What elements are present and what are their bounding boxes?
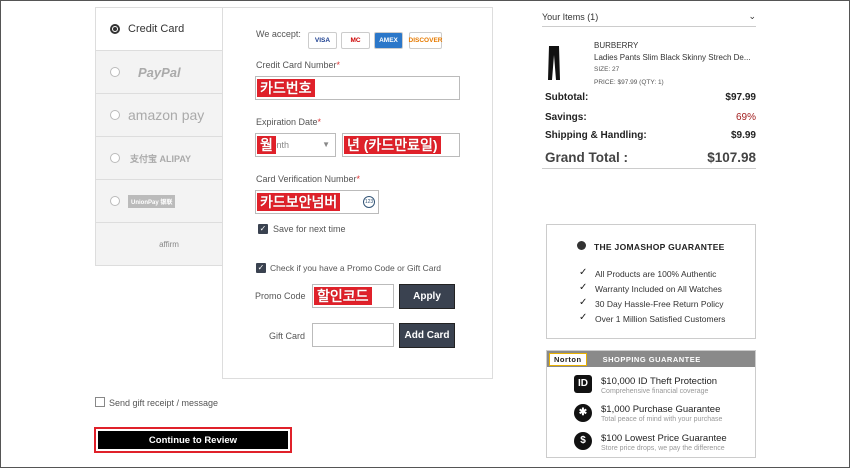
radio-alipay[interactable] [110,153,120,163]
grand-total-row: Grand Total : $107.98 [545,150,756,165]
item-size: SIZE: 27 [594,66,620,73]
cvv-annotation: 카드보안넘버 [257,193,341,211]
gift-receipt-checkbox[interactable] [95,397,105,407]
radio-paypal[interactable] [110,67,120,77]
card-number-label: Credit Card Number* [256,60,341,70]
apply-button[interactable]: Apply [399,284,455,309]
credit-card-form: We accept: VISA MC AMEX DISCOVER Credit … [222,7,493,379]
guarantee-item: Warranty Included on All Watches [595,284,722,294]
save-label: Save for next time [273,224,346,234]
check-icon: ✓ [579,267,588,278]
check-icon: ✓ [579,282,588,293]
savings-value: 69% [735,112,756,123]
we-accept-label: We accept: [256,29,301,39]
promo-checkbox[interactable]: ✓ [256,263,266,273]
norton-item-title: $100 Lowest Price Guarantee [601,433,727,444]
item-price: PRICE: $97.99 (QTY: 1) [594,79,664,86]
norton-item-sub: Store price drops, we pay the difference [601,445,725,452]
month-annotation: 월 [257,136,276,154]
chevron-down-icon: ▼ [322,140,330,149]
promo-code-label: Promo Code [255,291,306,301]
norton-item-title: $1,000 Purchase Guarantee [601,404,721,415]
promo-check-label: Check if you have a Promo Code or Gift C… [270,263,442,273]
payment-method-amazon-pay[interactable]: amazon pay [96,94,222,137]
seal-icon: ✱ [574,404,592,422]
item-name[interactable]: Ladies Pants Slim Black Skinny Strech De… [594,53,751,62]
subtotal-value: $97.99 [725,92,756,103]
gift-card-label: Gift Card [269,331,306,341]
check-icon: ✓ [579,297,588,308]
grand-total-label: Grand Total : [545,150,628,165]
cvv-label: Card Verification Number* [256,174,361,184]
norton-guarantee-box: Norton SHOPPING GUARANTEE ID $10,000 ID … [546,350,756,458]
radio-unionpay[interactable] [110,196,120,206]
chevron-down-icon[interactable]: ⌄ [748,11,756,22]
continue-highlight: Continue to Review [94,427,292,453]
mastercard-icon: MC [341,32,370,49]
amex-icon: AMEX [374,32,403,49]
promo-annotation: 할인코드 [314,287,372,305]
add-card-button[interactable]: Add Card [399,323,455,348]
paypal-logo: PayPal [138,64,181,80]
payment-method-paypal[interactable]: PayPal [96,51,222,94]
expiration-label: Expiration Date* [256,117,322,127]
cvv-help-icon[interactable]: 123 [363,196,375,208]
year-annotation: 년 (카드만료일) [344,136,441,154]
grand-total-value: $107.98 [707,150,756,165]
id-shield-icon: ID [574,375,592,393]
payment-method-label: Credit Card [128,23,185,35]
save-checkbox[interactable]: ✓ [258,224,268,234]
unionpay-logo: UnionPay 银联 [128,194,176,208]
jomashop-guarantee-box: THE JOMASHOP GUARANTEE ✓ All Products ar… [546,224,756,339]
your-items-label: Your Items (1) [542,11,599,22]
shipping-label: Shipping & Handling: [545,130,647,141]
visa-icon: VISA [308,32,337,49]
norton-logo: Norton [549,352,587,366]
guarantee-item: Over 1 Million Satisfied Customers [595,314,726,324]
your-items-header[interactable]: Your Items (1) ⌄ [542,7,756,27]
norton-item-sub: Comprehensive financial coverage [601,388,709,395]
discover-icon: DISCOVER [409,32,442,49]
subtotal-row: Subtotal: $97.99 [545,92,756,103]
dollar-icon: $ [574,432,592,450]
norton-header: Norton SHOPPING GUARANTEE [547,351,755,367]
shipping-value: $9.99 [730,130,756,141]
shipping-row: Shipping & Handling: $9.99 [545,130,756,141]
divider [542,168,756,169]
norton-item-title: $10,000 ID Theft Protection [601,376,718,387]
payment-method-affirm[interactable]: affirm [96,223,222,266]
radio-credit-card[interactable] [110,24,120,34]
payment-method-list: Credit Card PayPal amazon pay 支付宝 ALIPAY… [95,7,224,266]
payment-method-alipay[interactable]: 支付宝 ALIPAY [96,137,222,180]
gift-card-input[interactable] [312,323,394,347]
item-brand: BURBERRY [594,41,639,50]
continue-to-review-button[interactable]: Continue to Review [98,431,288,449]
alipay-logo: 支付宝 ALIPAY [130,153,192,164]
subtotal-label: Subtotal: [545,92,589,103]
affirm-logo: affirm [159,240,179,249]
guarantee-title: THE JOMASHOP GUARANTEE [594,242,725,252]
norton-item-sub: Total peace of mind with your purchase [601,416,723,423]
check-icon: ✓ [579,312,588,323]
medal-icon [577,241,586,250]
payment-method-unionpay[interactable]: UnionPay 银联 [96,180,222,223]
savings-row: Savings: 69% [545,112,756,123]
gift-receipt-label: Send gift receipt / message [109,398,219,408]
savings-label: Savings: [545,112,587,123]
guarantee-item: All Products are 100% Authentic [595,269,717,279]
payment-method-credit-card[interactable]: Credit Card [96,8,224,51]
norton-header-label: SHOPPING GUARANTEE [602,354,701,364]
guarantee-item: 30 Day Hassle-Free Return Policy [595,299,724,309]
product-thumbnail [543,45,565,81]
card-number-annotation: 카드번호 [257,79,315,97]
amazon-pay-logo: amazon pay [128,107,205,123]
radio-amazon-pay[interactable] [110,110,120,120]
